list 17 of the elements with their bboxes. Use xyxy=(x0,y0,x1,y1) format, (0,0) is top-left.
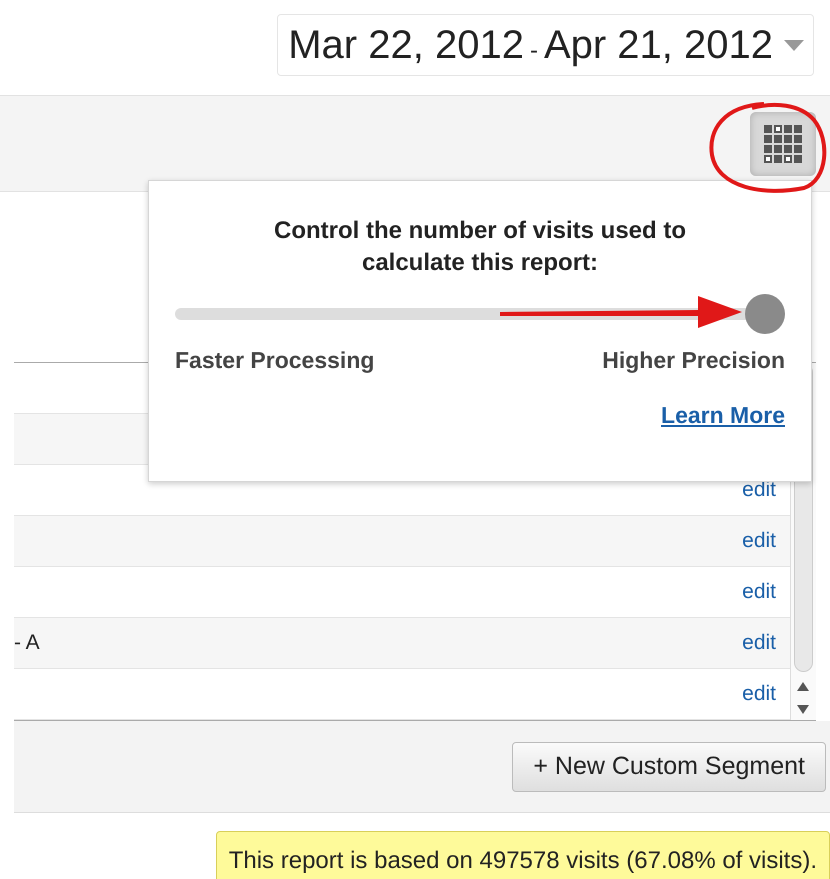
faster-processing-label: Faster Processing xyxy=(175,346,374,375)
higher-precision-label: Higher Precision xyxy=(602,346,785,375)
new-custom-segment-button[interactable]: + New Custom Segment xyxy=(512,742,826,792)
table-cell-text: - A xyxy=(14,630,40,656)
learn-more-link[interactable]: Learn More xyxy=(661,398,785,432)
edit-link[interactable]: edit xyxy=(742,627,776,659)
edit-link[interactable]: edit xyxy=(742,525,776,557)
edit-link[interactable]: edit xyxy=(742,576,776,608)
date-range-picker[interactable]: Mar 22, 2012-Apr 21, 2012 xyxy=(277,14,814,76)
dropdown-arrow-icon xyxy=(783,38,805,52)
sampling-grid-button[interactable] xyxy=(750,112,816,176)
grid-icon xyxy=(762,122,804,164)
popup-title: Control the number of visits used to calculate this report: xyxy=(272,216,688,278)
edit-link[interactable]: edit xyxy=(742,678,776,710)
sampling-notice: This report is based on 497578 visits (67.08% of visits). xyxy=(216,831,830,879)
slider-thumb[interactable] xyxy=(745,294,785,334)
date-range: Mar 22, 2012-Apr 21, 2012 xyxy=(288,22,773,69)
